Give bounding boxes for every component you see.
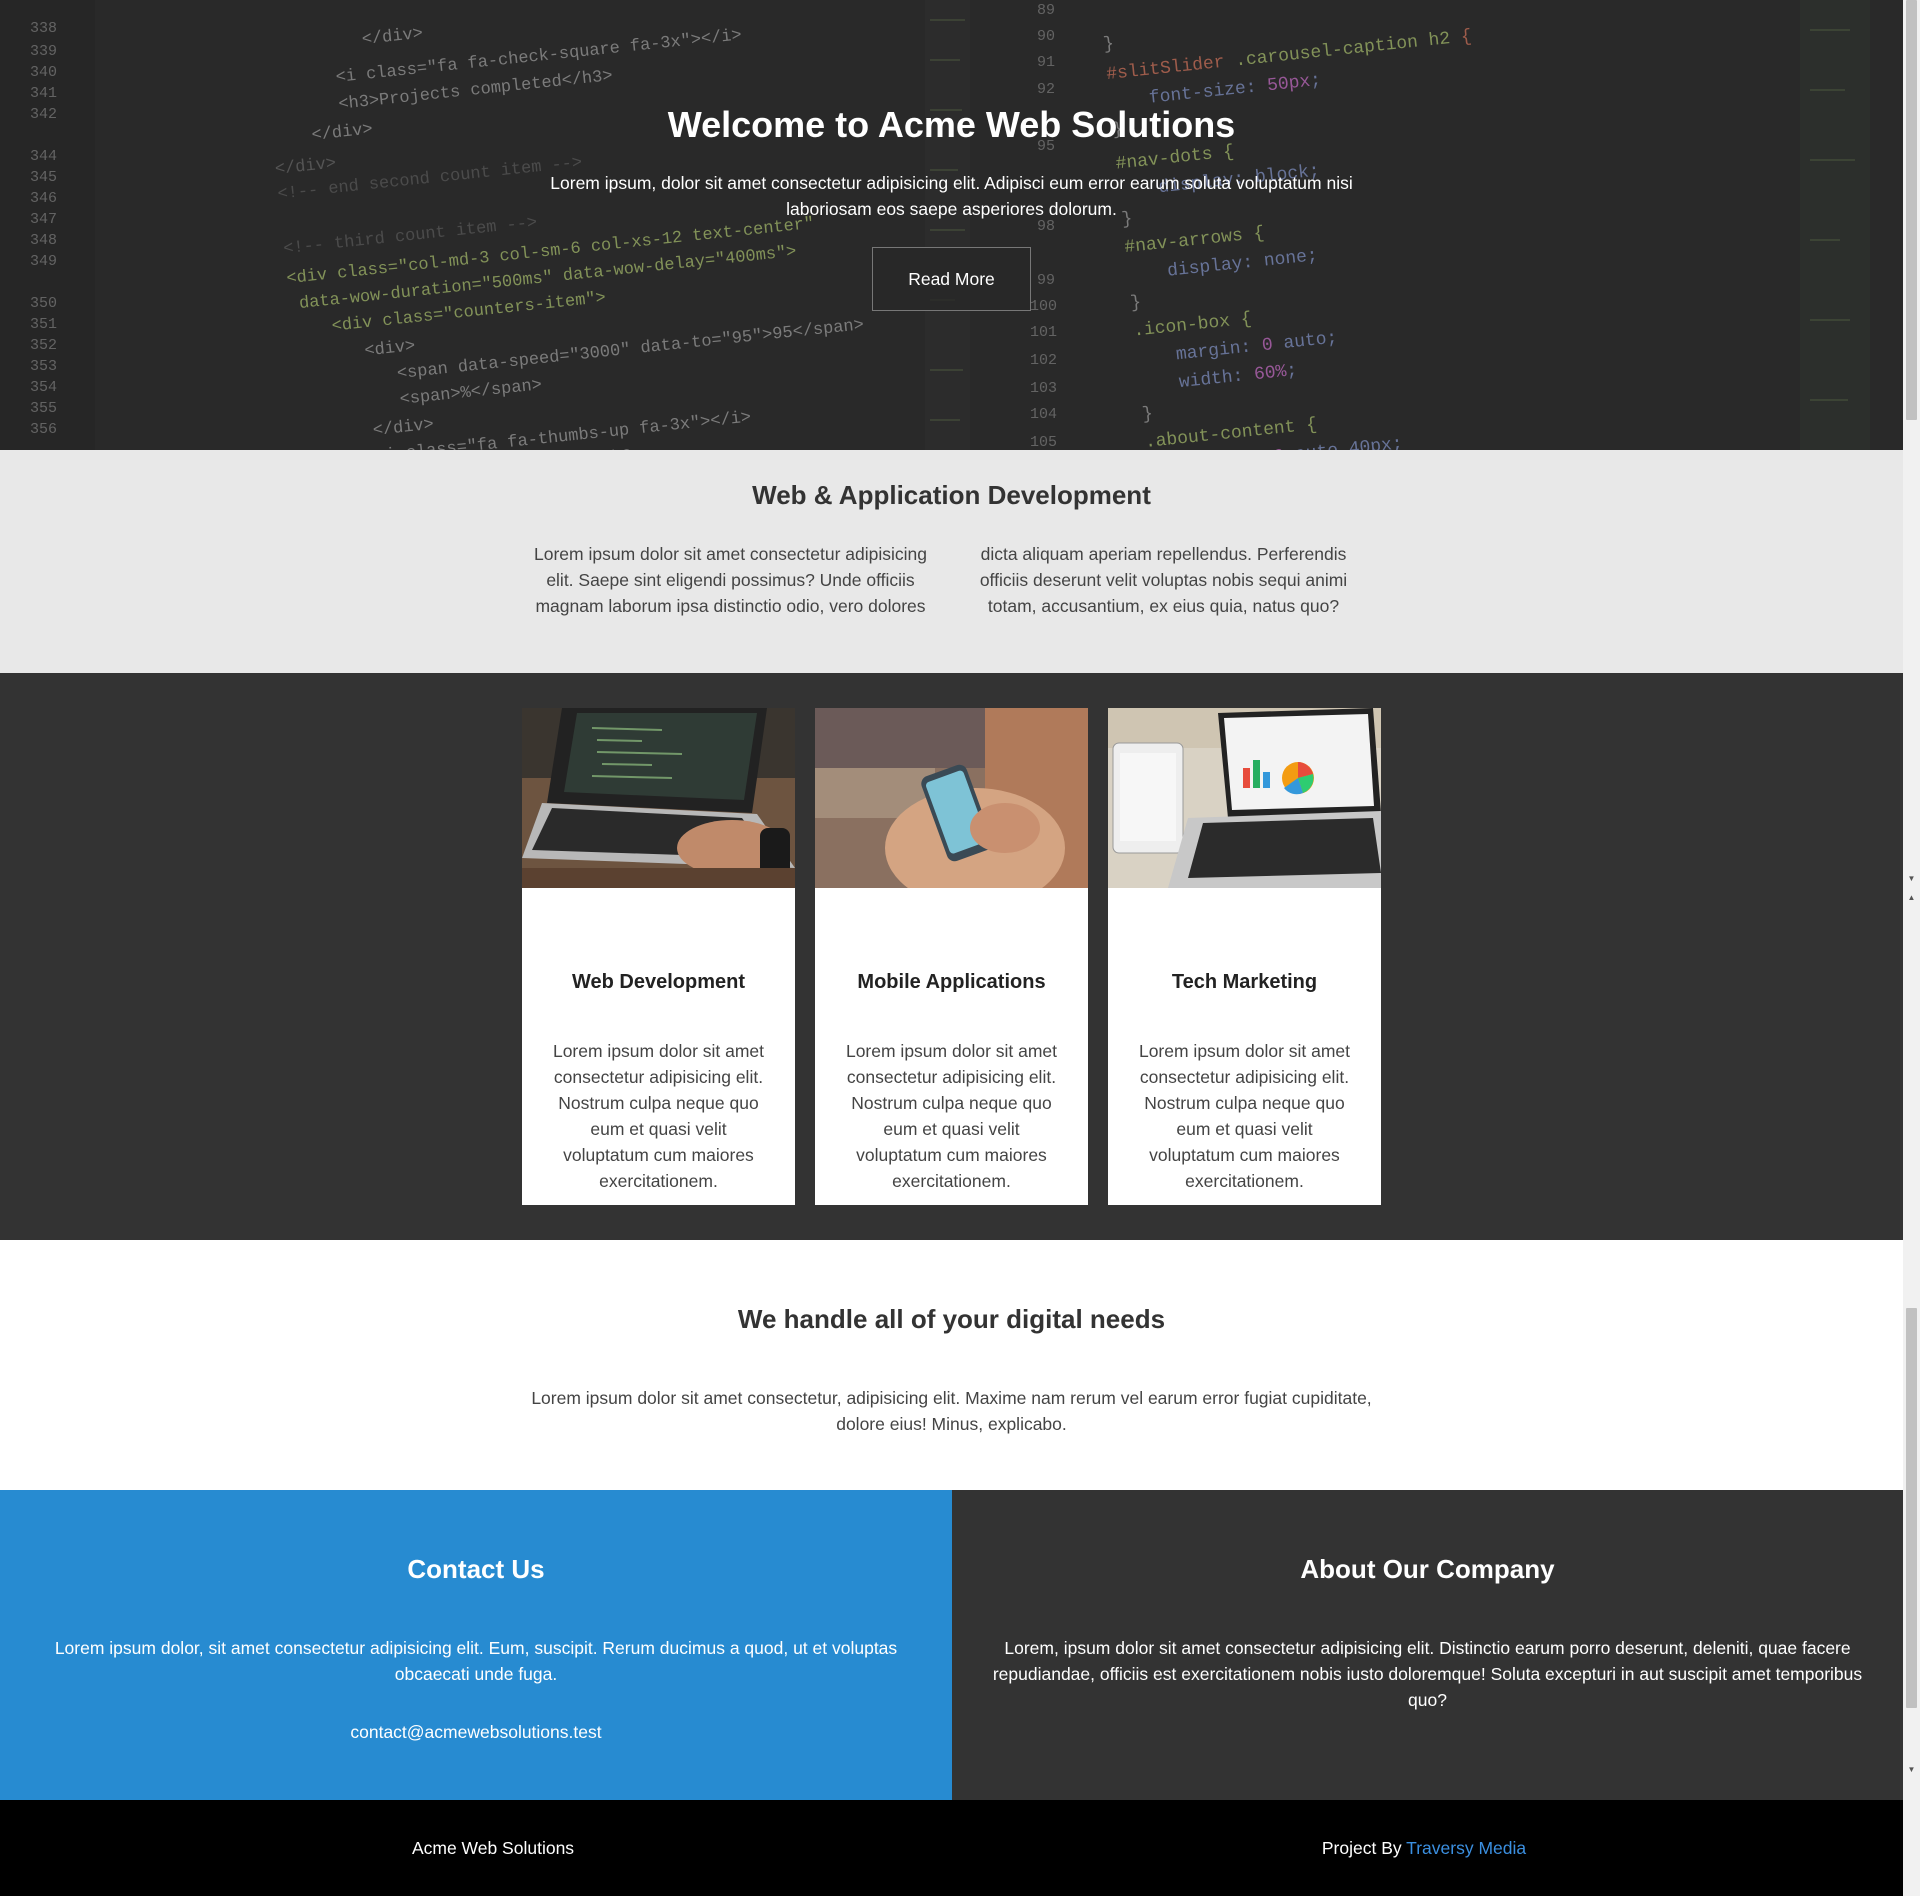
service-card-web-development: Web Development Lorem ipsum dolor sit am…: [522, 708, 795, 1205]
about-title: About Our Company: [1300, 1554, 1555, 1584]
service-text: Lorem ipsum dolor sit amet consectetur a…: [552, 1041, 765, 1191]
page: 338 339 340 341 342 344 345 346 347 348 349 350 3…: [0, 0, 1903, 1896]
contact-section: Contact Us Lorem ipsum dolor, sit amet c…: [0, 1490, 952, 1800]
footer-project-by: Project By: [1321, 1838, 1402, 1858]
page-scrollbar[interactable]: ▼ ▲ ▼: [1903, 0, 1920, 1896]
about-text: Lorem, ipsum dolor sit amet consectetur …: [992, 1638, 1863, 1710]
service-title: Mobile Applications: [857, 971, 1046, 993]
service-text: Lorem ipsum dolor sit amet consectetur a…: [845, 1041, 1058, 1191]
scroll-up-arrow-icon[interactable]: ▲: [1907, 893, 1916, 902]
footer-brand: Acme Web Solutions: [411, 1838, 575, 1858]
service-title: Web Development: [572, 971, 745, 993]
footer: Acme Web Solutions Project By Traversy M…: [0, 1800, 1903, 1896]
read-more-button[interactable]: Read More: [872, 247, 1031, 311]
smartphone-hands-photo: [815, 708, 1088, 888]
intro-title: Web & Application Development: [752, 480, 1151, 510]
hero-overlay: [0, 0, 1903, 450]
intro-text: Lorem ipsum dolor sit amet consectetur a…: [534, 544, 1348, 616]
service-text: Lorem ipsum dolor sit amet consectetur a…: [1138, 1041, 1351, 1191]
digital-text: Lorem ipsum dolor sit amet consectetur, …: [531, 1388, 1372, 1434]
hero-text: Lorem ipsum, dolor sit amet consectetur …: [550, 173, 1353, 219]
service-title: Tech Marketing: [1171, 971, 1318, 993]
footer-credit: Project By Traversy Media: [986, 1838, 1862, 1859]
laptop-charts-photo: [1108, 708, 1381, 888]
contact-text: Lorem ipsum dolor, sit amet consectetur …: [54, 1638, 898, 1684]
traversy-media-link[interactable]: Traversy Media: [1406, 1838, 1526, 1858]
scroll-down-arrow-icon[interactable]: ▼: [1907, 874, 1916, 883]
scrollbar-thumb-lower[interactable]: [1906, 1308, 1917, 1708]
hero-section: 338 339 340 341 342 344 345 346 347 348 349 350 3…: [0, 0, 1903, 450]
laptop-coding-photo: [522, 708, 795, 888]
scroll-down-arrow-icon[interactable]: ▼: [1907, 1765, 1916, 1774]
intro-section: Web & Application Development Lorem ipsu…: [0, 450, 1903, 673]
contact-title: Contact Us: [407, 1554, 545, 1584]
hero-title: Welcome to Acme Web Solutions: [667, 104, 1236, 145]
services-section: Web Development Lorem ipsum dolor sit am…: [0, 673, 1903, 1240]
service-card-tech-marketing: Tech Marketing Lorem ipsum dolor sit ame…: [1108, 708, 1381, 1205]
about-section: About Our Company Lorem, ipsum dolor sit…: [952, 1490, 1903, 1800]
digital-title: We handle all of your digital needs: [737, 1304, 1166, 1334]
contact-email: contact@acmewebsolutions.test: [350, 1722, 602, 1742]
scrollbar-thumb-upper[interactable]: [1906, 0, 1917, 420]
digital-needs-section: We handle all of your digital needs Lore…: [0, 1240, 1903, 1490]
service-card-mobile-applications: Mobile Applications Lorem ipsum dolor si…: [815, 708, 1088, 1205]
